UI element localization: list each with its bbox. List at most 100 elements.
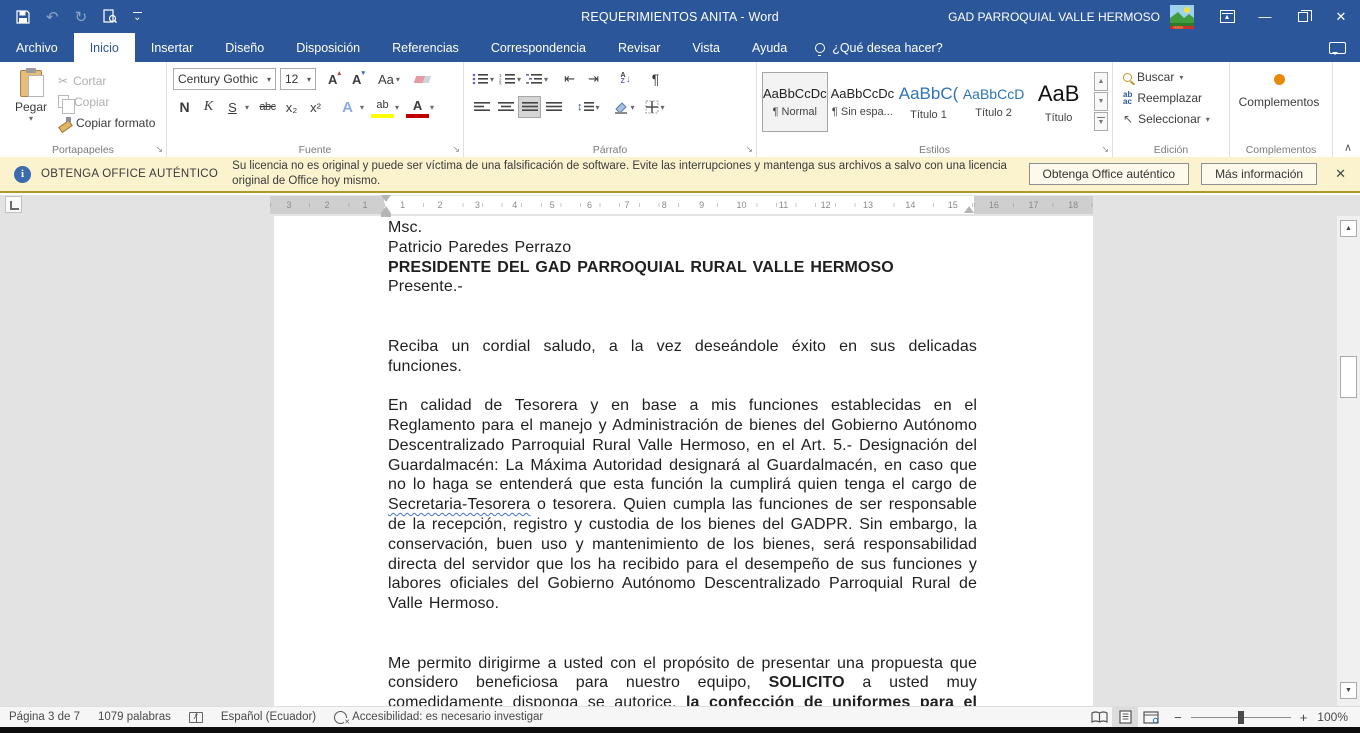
style-normal[interactable]: AaBbCcDc ¶ Normal [762,72,828,132]
print-preview-icon[interactable] [103,9,117,24]
banner-close-icon[interactable]: ✕ [1335,166,1346,182]
underline-dropdown-icon[interactable]: ▾ [245,103,249,112]
language-status[interactable]: Español (Ecuador) [212,707,325,727]
show-paragraph-marks-button[interactable]: ¶ [644,68,667,90]
tab-referencias[interactable]: Referencias [376,33,475,62]
styles-scroll-down-icon[interactable]: ▼ [1094,92,1108,111]
tab-correspondencia[interactable]: Correspondencia [475,33,602,62]
align-right-button[interactable] [518,96,541,118]
scroll-up-icon[interactable]: ▲ [1340,220,1357,237]
borders-button[interactable]: ▾ [643,96,667,118]
tab-disposicion[interactable]: Disposición [280,33,376,62]
proofing-status[interactable]: ✗ [180,707,212,727]
font-size-combobox[interactable]: 12 ▾ [280,68,316,90]
style-titulo[interactable]: AaB Título [1027,72,1090,132]
close-button[interactable]: ✕ [1322,0,1360,33]
save-icon[interactable] [16,10,30,24]
tab-diseno[interactable]: Diseño [209,33,280,62]
paste-dropdown-icon[interactable]: ▾ [29,114,33,123]
font-name-combobox[interactable]: Century Gothic ▾ [173,68,276,90]
subscript-button[interactable]: x₂ [280,96,303,118]
comments-icon[interactable] [1329,42,1346,54]
tab-insertar[interactable]: Insertar [135,33,209,62]
undo-icon[interactable]: ↶ [46,8,59,26]
portapapeles-dialog-launcher-icon[interactable]: ↘ [155,144,163,155]
highlight-color-button[interactable]: ab [371,96,394,118]
accessibility-status[interactable]: Accesibilidad: es necesario investigar [325,707,552,727]
replace-button[interactable]: abac Reemplazar [1123,88,1219,108]
shading-button[interactable]: ▾ [612,96,637,118]
zoom-in-icon[interactable]: + [1300,710,1308,725]
fuente-dialog-launcher-icon[interactable]: ↘ [452,144,460,155]
account-avatar[interactable]: VERDE [1170,5,1194,29]
cut-button[interactable]: ✂ Cortar [58,72,155,89]
left-indent-marker[interactable] [381,213,391,217]
bold-button[interactable]: N [173,96,196,118]
copy-button[interactable]: Copiar [58,93,155,110]
zoom-out-icon[interactable]: − [1174,710,1182,725]
collapse-ribbon-icon[interactable]: ∧ [1344,141,1352,154]
font-color-button[interactable]: A [406,96,429,118]
styles-scroll-up-icon[interactable]: ▲ [1094,72,1108,91]
word-count-status[interactable]: 1079 palabras [89,707,180,727]
minimize-button[interactable]: — [1246,0,1284,33]
format-painter-button[interactable]: Copiar formato [58,114,155,131]
hanging-indent-marker[interactable] [381,206,391,213]
font-color-dropdown-icon[interactable]: ▾ [430,103,434,112]
justify-button[interactable] [542,96,565,118]
get-genuine-office-button[interactable]: Obtenga Office auténtico [1029,163,1190,185]
scrollbar-thumb[interactable] [1340,356,1357,398]
estilos-dialog-launcher-icon[interactable]: ↘ [1101,144,1109,155]
bullets-button[interactable]: ▾ [470,68,496,90]
complementos-button[interactable]: Complementos [1234,66,1324,109]
font-size-dropdown-icon[interactable]: ▾ [307,75,311,84]
scroll-down-icon[interactable]: ▼ [1340,682,1357,699]
style-titulo-1[interactable]: AaBbC( Título 1 [897,72,960,132]
parrafo-dialog-launcher-icon[interactable]: ↘ [745,144,753,155]
read-mode-button[interactable] [1086,707,1112,727]
tell-me-box[interactable]: ¿Qué desea hacer? [803,33,955,62]
customize-qat-icon[interactable]: ⌄ [133,12,141,22]
align-left-button[interactable] [470,96,493,118]
zoom-slider[interactable] [1191,717,1291,718]
underline-button[interactable]: S [221,96,244,118]
redo-icon[interactable]: ↻ [75,8,88,26]
style-titulo-2[interactable]: AaBbCcD Título 2 [962,72,1025,132]
right-indent-marker[interactable] [964,206,974,213]
zoom-slider-thumb[interactable] [1238,711,1244,724]
align-center-button[interactable] [494,96,517,118]
increase-indent-button[interactable]: ⇥ [582,68,605,90]
italic-button[interactable]: K [197,96,220,118]
more-info-button[interactable]: Más información [1201,163,1317,185]
strikethrough-button[interactable]: abc [256,96,279,118]
style-sin-espaciado[interactable]: AaBbCcDc ¶ Sin espa... [830,72,896,132]
text-effects-button[interactable]: A [336,96,359,118]
document-text[interactable]: Msc. Patricio Paredes Perrazo PRESIDENTE… [388,218,977,706]
vertical-scrollbar[interactable]: ▲ ▼ [1337,216,1360,706]
tab-revisar[interactable]: Revisar [602,33,676,62]
decrease-indent-button[interactable]: ⇤ [558,68,581,90]
find-button[interactable]: Buscar ▾ [1123,67,1219,87]
tab-selector[interactable] [5,196,22,213]
tab-vista[interactable]: Vista [676,33,736,62]
superscript-button[interactable]: x² [304,96,327,118]
restore-button[interactable] [1284,0,1322,33]
page-number-status[interactable]: Página 3 de 7 [0,707,89,727]
numbering-button[interactable]: 123▾ [497,68,523,90]
web-layout-button[interactable] [1138,707,1164,727]
tab-archivo[interactable]: Archivo [0,33,74,62]
zoom-percentage[interactable]: 100% [1317,710,1360,724]
shrink-font-button[interactable]: A [347,68,370,90]
print-layout-button[interactable] [1112,707,1138,727]
select-button[interactable]: ↖ Seleccionar ▾ [1123,109,1219,129]
account-name[interactable]: GAD PARROQUIAL VALLE HERMOSO [948,10,1160,24]
paste-button[interactable]: Pegar ▾ [4,66,58,131]
text-effects-dropdown-icon[interactable]: ▾ [360,103,364,112]
multilevel-list-button[interactable]: ▾ [524,68,550,90]
tab-ayuda[interactable]: Ayuda [736,33,803,62]
document-page[interactable]: Msc. Patricio Paredes Perrazo PRESIDENTE… [274,216,1093,706]
ribbon-display-options-icon[interactable]: ▴ [1208,0,1246,33]
line-spacing-button[interactable]: ↕▾ [575,96,602,118]
first-line-indent-marker[interactable] [381,195,391,202]
sort-button[interactable]: AZ↓ [614,68,637,90]
